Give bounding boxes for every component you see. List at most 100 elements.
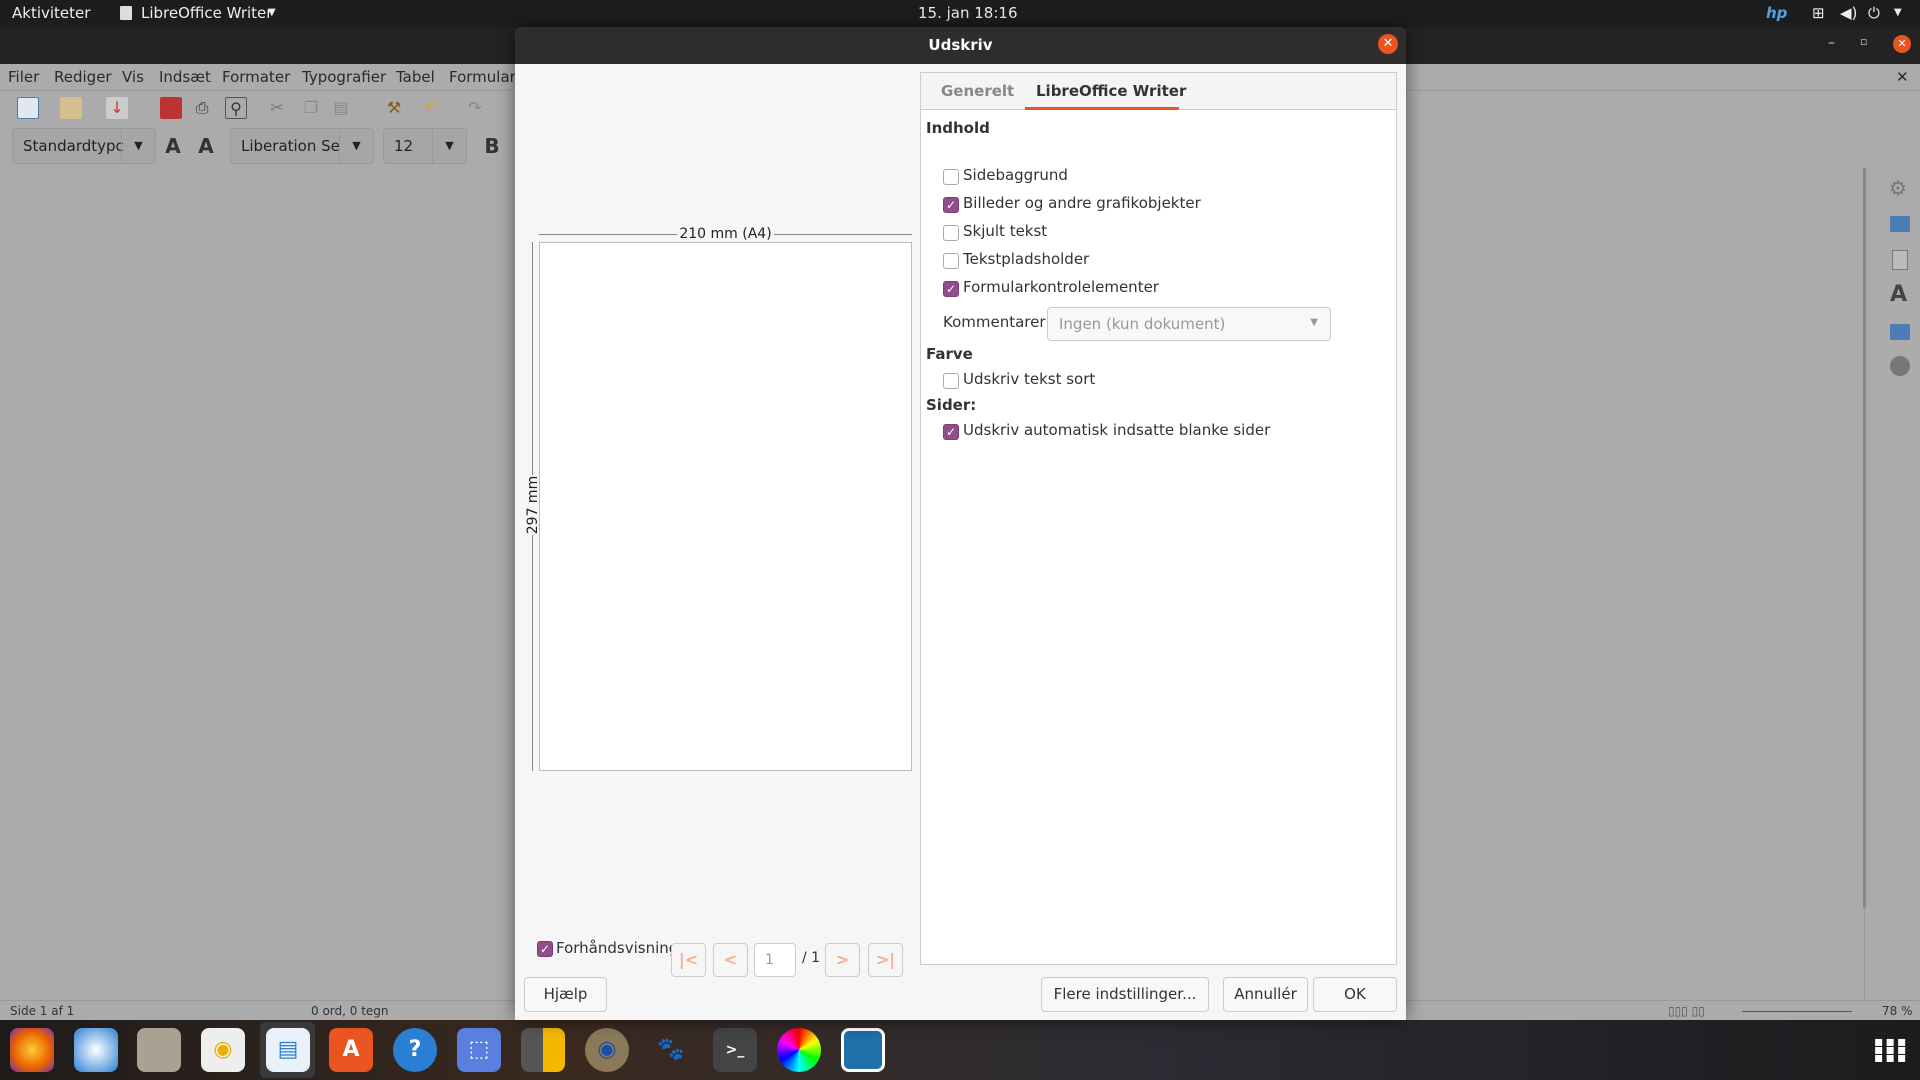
calculator-icon[interactable] [521, 1028, 565, 1072]
redo-icon[interactable]: ↷ [464, 97, 486, 119]
sidebar-settings-icon[interactable]: ⚙ [1889, 176, 1907, 200]
save-icon[interactable]: ↓ [106, 97, 128, 119]
show-apps-icon[interactable]: ▪▪▪ ▪▪▪ ▪▪▪ [1874, 1035, 1908, 1065]
power-icon[interactable]: ⏻ [1868, 4, 1880, 22]
checkbox-formularkontrol[interactable]: ✓ [943, 281, 959, 297]
comments-value: Ingen (kun dokument) [1059, 315, 1226, 333]
label-skjult-tekst[interactable]: Skjult tekst [963, 222, 1047, 240]
previous-page-button[interactable]: < [713, 943, 748, 977]
gimp-icon[interactable]: 🐾 [649, 1028, 693, 1072]
firefox-icon[interactable] [10, 1028, 54, 1072]
sidebar-page-icon[interactable] [1892, 250, 1908, 270]
font-name-combo[interactable]: Liberation Se ▼ [230, 128, 374, 164]
last-page-button[interactable]: >| [868, 943, 903, 977]
more-options-button[interactable]: Flere indstillinger... [1041, 977, 1209, 1012]
label-billeder[interactable]: Billeder og andre grafikobjekter [963, 194, 1201, 212]
volume-icon[interactable]: ◀) [1840, 4, 1857, 22]
cut-icon[interactable]: ✂ [266, 97, 288, 119]
copy-icon[interactable]: ❐ [300, 97, 322, 119]
hp-icon[interactable]: hp [1766, 4, 1787, 22]
sidebar-properties-icon[interactable] [1890, 216, 1910, 232]
menu-indsaet[interactable]: Indsæt [159, 68, 211, 86]
label-blanke-sider[interactable]: Udskriv automatisk indsatte blanke sider [963, 421, 1270, 439]
terminal-icon[interactable]: >_ [713, 1028, 757, 1072]
image-viewer-icon[interactable] [841, 1028, 885, 1072]
comments-dropdown[interactable]: Ingen (kun dokument) ▼ [1047, 307, 1331, 341]
zoom-level[interactable]: 78 % [1882, 1004, 1913, 1018]
network-icon[interactable]: ⊞ [1812, 4, 1825, 22]
screenshot-icon[interactable]: ⬚ [457, 1028, 501, 1072]
menu-typografier[interactable]: Typografier [302, 68, 386, 86]
chevron-down-icon[interactable]: ▼ [121, 129, 155, 163]
close-document-icon[interactable]: ✕ [1896, 68, 1909, 86]
help-icon[interactable]: ? [393, 1028, 437, 1072]
sidebar-navigator-icon[interactable] [1890, 356, 1910, 376]
webcam-icon[interactable]: ◉ [585, 1028, 629, 1072]
next-page-button[interactable]: > [825, 943, 860, 977]
help-button[interactable]: Hjælp [524, 977, 607, 1012]
zoom-slider[interactable] [1742, 1011, 1852, 1012]
system-menu-chevron-icon[interactable]: ▼ [1894, 7, 1902, 18]
window-close-icon[interactable]: ✕ [1893, 35, 1911, 53]
checkbox-blanke-sider[interactable]: ✓ [943, 424, 959, 440]
menu-formater[interactable]: Formater [222, 68, 290, 86]
new-style-icon[interactable]: A [195, 135, 217, 157]
preview-checkbox[interactable]: ✓ [537, 941, 553, 957]
open-folder-icon[interactable] [60, 97, 82, 119]
maximize-icon[interactable]: ▫ [1860, 35, 1867, 48]
cancel-button[interactable]: Annullér [1223, 977, 1308, 1012]
paste-icon[interactable]: ▤ [330, 97, 352, 119]
color-picker-icon[interactable] [777, 1028, 821, 1072]
menu-rediger[interactable]: Rediger [54, 68, 112, 86]
checkbox-sidebaggrund[interactable] [943, 169, 959, 185]
export-pdf-icon[interactable] [160, 97, 182, 119]
word-count[interactable]: 0 ord, 0 tegn [311, 1004, 389, 1018]
libreoffice-writer-icon[interactable]: ▤ [266, 1028, 310, 1072]
preview-checkbox-label[interactable]: Forhåndsvisning [556, 939, 678, 957]
font-size-combo[interactable]: 12 ▼ [383, 128, 467, 164]
label-tekstpladsholder[interactable]: Tekstpladsholder [963, 250, 1089, 268]
update-style-icon[interactable]: A [162, 135, 184, 157]
label-udskriv-sort[interactable]: Udskriv tekst sort [963, 370, 1095, 388]
clone-formatting-icon[interactable]: ⚒ [383, 97, 405, 119]
vertical-scrollbar[interactable] [1863, 168, 1866, 908]
menu-tabel[interactable]: Tabel [396, 68, 435, 86]
minimize-icon[interactable]: – [1828, 35, 1835, 51]
checkbox-skjult-tekst[interactable] [943, 225, 959, 241]
ok-button[interactable]: OK [1313, 977, 1397, 1012]
menu-formular[interactable]: Formular [449, 68, 516, 86]
paragraph-style-combo[interactable]: Standardtypc ▼ [12, 128, 156, 164]
thunderbird-icon[interactable] [74, 1028, 118, 1072]
undo-icon[interactable]: ↶ [420, 97, 442, 119]
page-number-input[interactable]: 1 [754, 943, 796, 977]
label-sidebaggrund[interactable]: Sidebaggrund [963, 166, 1068, 184]
menu-vis[interactable]: Vis [122, 68, 144, 86]
tab-generelt[interactable]: Generelt [941, 82, 1014, 100]
checkbox-udskriv-sort[interactable] [943, 373, 959, 389]
standard-toolbar: ↓ ⎙ ⚲ ✂ ❐ ▤ ⚒ ↶ ↷ [0, 93, 520, 123]
label-formularkontrol[interactable]: Formularkontrolelementer [963, 278, 1159, 296]
rhythmbox-icon[interactable]: ◉ [201, 1028, 245, 1072]
menu-filer[interactable]: Filer [8, 68, 39, 86]
sidebar-styles-icon[interactable]: A [1890, 282, 1907, 307]
software-center-icon[interactable]: A [329, 1028, 373, 1072]
dialog-close-icon[interactable]: ✕ [1378, 34, 1398, 54]
checkbox-billeder[interactable]: ✓ [943, 197, 959, 213]
active-tab-indicator [1025, 107, 1179, 110]
checkbox-tekstpladsholder[interactable] [943, 253, 959, 269]
view-layout-icon[interactable]: ▯▯▯ ▯▯ [1668, 1004, 1705, 1018]
print-icon[interactable]: ⎙ [191, 97, 213, 119]
chevron-down-icon[interactable]: ▼ [432, 129, 466, 163]
tab-libreoffice-writer[interactable]: LibreOffice Writer [1036, 82, 1186, 100]
clock[interactable]: 15. jan 18:16 [918, 4, 1018, 22]
app-menu[interactable]: LibreOffice Writer [141, 4, 272, 22]
new-document-icon[interactable] [17, 97, 39, 119]
chevron-down-icon[interactable]: ▼ [339, 129, 373, 163]
activities-button[interactable]: Aktiviteter [12, 4, 90, 22]
page-count[interactable]: Side 1 af 1 [10, 1004, 74, 1018]
sidebar-gallery-icon[interactable] [1890, 324, 1910, 340]
files-icon[interactable] [137, 1028, 181, 1072]
first-page-button[interactable]: |< [671, 943, 706, 977]
bold-button[interactable]: B [481, 135, 503, 157]
print-preview-icon[interactable]: ⚲ [225, 97, 247, 119]
